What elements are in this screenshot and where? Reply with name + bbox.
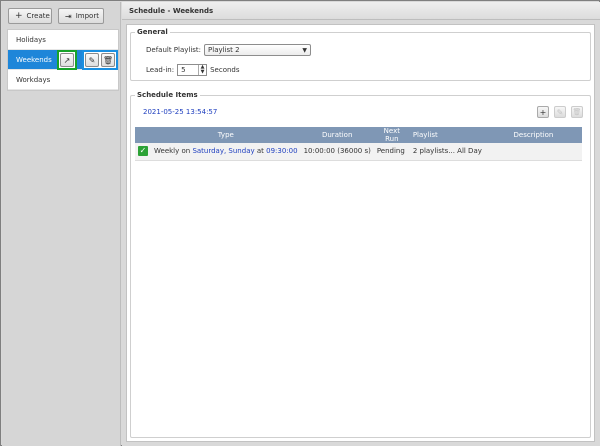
lead-in-stepper[interactable]: 5 ▲ ▼ (177, 64, 208, 76)
export-icon: ↗ (63, 55, 71, 65)
edit-delete-highlight: ✎ 🗑 (82, 50, 118, 70)
import-button[interactable]: ⇥ Import (58, 8, 104, 24)
list-toolbar: + Create ⇥ Import (8, 8, 104, 24)
list-item-weekends[interactable]: Weekends ↗ ✎ 🗑 (8, 50, 118, 70)
next-run-cell: Pending (373, 143, 410, 161)
delete-item-button[interactable]: 🗑 (571, 106, 583, 118)
list-item-workdays[interactable]: Workdays (8, 70, 118, 90)
export-button[interactable]: ↗ (60, 53, 74, 67)
schedule-datetime: 2021-05-25 13:54:57 (143, 108, 217, 116)
detail-content: General Default Playlist: Playlist 2 ▼ L… (126, 24, 595, 442)
playlist-cell: 2 playlists... All Day (409, 143, 485, 161)
lead-in-value: 5 (181, 66, 186, 74)
type-cell: Weekly on Saturday, Sunday at 09:30:00 (151, 143, 301, 161)
table-header-row: Type Duration Next Run Playlist Descript… (135, 127, 582, 143)
default-playlist-select[interactable]: Playlist 2 ▼ (204, 44, 312, 56)
general-group: General Default Playlist: Playlist 2 ▼ L… (130, 28, 591, 81)
add-item-button[interactable]: + (537, 106, 549, 118)
column-header-duration[interactable]: Duration (300, 127, 374, 143)
item-actions: ↗ ✎ 🗑 (57, 50, 118, 70)
list-item-label: Holidays (16, 35, 46, 44)
default-playlist-label: Default Playlist: (146, 46, 202, 54)
schedule-list-panel: + Create ⇥ Import Holidays Weekends ↗ ✎ … (2, 2, 121, 446)
column-header-type[interactable]: Type (151, 127, 301, 143)
column-header-check (135, 127, 151, 143)
checkmark-icon[interactable]: ✓ (138, 146, 148, 157)
trash-icon: 🗑 (102, 55, 114, 65)
stepper-arrows[interactable]: ▲ ▼ (198, 65, 206, 75)
pencil-icon: ✎ (88, 55, 96, 65)
pencil-icon: ✎ (556, 107, 564, 117)
schedule-item-actions: + ✎ 🗑 (537, 106, 583, 118)
edit-item-button[interactable]: ✎ (554, 106, 566, 118)
plus-icon: + (539, 107, 547, 117)
window: + Create ⇥ Import Holidays Weekends ↗ ✎ … (0, 0, 600, 446)
type-time: 09:30:00 (266, 147, 298, 156)
lead-in-row: Lead-in: 5 ▲ ▼ Seconds (146, 64, 240, 76)
column-header-playlist[interactable]: Playlist (409, 127, 485, 143)
export-highlight: ↗ (57, 50, 77, 70)
plus-icon: + (15, 10, 23, 21)
schedule-items-legend: Schedule Items (135, 91, 200, 99)
column-header-next-run[interactable]: Next Run (373, 127, 410, 143)
create-button[interactable]: + Create (8, 8, 52, 24)
schedule-list: Holidays Weekends ↗ ✎ 🗑 Workdays (7, 29, 119, 91)
schedule-detail-panel: Schedule - Weekends General Default Play… (122, 2, 600, 446)
list-item-holidays[interactable]: Holidays (8, 30, 118, 50)
page-title: Schedule - Weekends (122, 2, 600, 20)
schedule-items-table: Type Duration Next Run Playlist Descript… (135, 127, 582, 161)
import-label: Import (75, 12, 99, 20)
column-header-description[interactable]: Description (484, 127, 582, 143)
import-icon: ⇥ (65, 11, 72, 21)
stepper-down-icon[interactable]: ▼ (201, 70, 205, 75)
chevron-down-icon: ▼ (302, 46, 308, 54)
type-prefix: Weekly on (154, 147, 193, 156)
list-item-label: Weekends (16, 55, 52, 64)
lead-in-unit: Seconds (210, 66, 240, 74)
lead-in-label: Lead-in: (146, 66, 175, 74)
general-legend: General (135, 28, 170, 36)
create-label: Create (26, 12, 50, 20)
datetime-link[interactable]: 2021-05-25 13:54:57 (143, 108, 217, 116)
type-days: Saturday, Sunday (192, 147, 255, 156)
type-mid: at (254, 147, 267, 156)
row-checkbox-cell[interactable]: ✓ (135, 143, 151, 161)
delete-button[interactable]: 🗑 (101, 53, 115, 67)
default-playlist-value: Playlist 2 (208, 46, 240, 54)
edit-button[interactable]: ✎ (85, 53, 99, 67)
list-item-label: Workdays (16, 75, 51, 84)
default-playlist-row: Default Playlist: Playlist 2 ▼ (146, 44, 312, 56)
table-row[interactable]: ✓ Weekly on Saturday, Sunday at 09:30:00… (135, 143, 582, 161)
description-cell (484, 143, 582, 161)
duration-cell: 10:00:00 (36000 s) (300, 143, 374, 161)
trash-icon: 🗑 (572, 108, 582, 116)
